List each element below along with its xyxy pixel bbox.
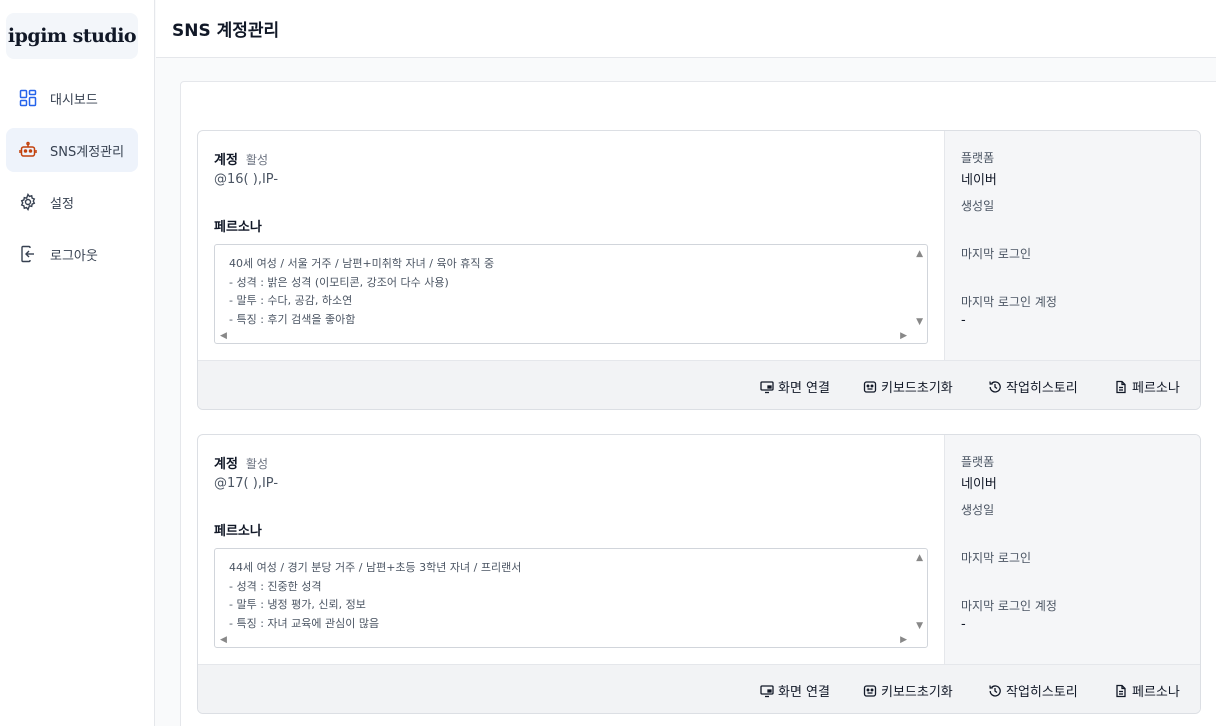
screen-connect-label: 화면 연결 — [778, 685, 830, 700]
dashboard-icon — [18, 88, 38, 108]
persona-textarea[interactable]: 44세 여성 / 경기 분당 거주 / 남편+초등 3학년 자녀 / 프리랜서 … — [214, 548, 928, 648]
gear-icon — [18, 192, 38, 212]
document-icon — [1116, 380, 1126, 393]
account-label: 계정 — [214, 457, 238, 472]
status-badge: 활성 — [245, 457, 269, 471]
account-id: @17( ),IP- — [214, 476, 279, 491]
persona-text: 44세 여성 / 경기 분당 거주 / 남편+초등 3학년 자녀 / 프리랜서 … — [229, 561, 522, 630]
work-history-button[interactable]: 작업히스토리 — [988, 377, 1078, 396]
persona-label: 페르소나 — [214, 220, 262, 235]
created-label: 생성일 — [961, 503, 995, 517]
history-icon — [989, 684, 1001, 697]
history-icon — [989, 380, 1001, 393]
card-actions: 화면 연결 키보드초기화 작업히스토리 페르소나 — [198, 664, 1200, 713]
scroll-left-icon[interactable]: ◀ — [220, 635, 227, 645]
scroll-up-icon[interactable]: ▲ — [916, 249, 923, 259]
screen-connect-button[interactable]: 화면 연결 — [760, 377, 830, 396]
keyboard-reset-label: 키보드초기화 — [881, 685, 953, 700]
persona-text: 40세 여성 / 서울 거주 / 남편+미취학 자녀 / 육아 휴직 중 - 성… — [229, 257, 495, 326]
card-actions: 화면 연결 키보드초기화 작업히스토리 페르소나 — [198, 360, 1200, 409]
screen-connect-label: 화면 연결 — [778, 381, 830, 396]
last-login-label: 마지막 로그인 — [961, 247, 1032, 261]
scroll-left-icon[interactable]: ◀ — [220, 331, 227, 341]
last-login-account-value: - — [961, 617, 966, 632]
account-info: 계정 활성 @16( ),IP- 페르소나 40세 여성 / 서울 거주 / 남… — [198, 131, 945, 360]
sidebar: ipgim studio 대시보드 SNS계정관리 설정 로그아웃 — [0, 0, 155, 726]
account-info: 계정 활성 @17( ),IP- 페르소나 44세 여성 / 경기 분당 거주 … — [198, 435, 945, 664]
last-login-account-value: - — [961, 313, 966, 328]
keyboard-reset-button[interactable]: 키보드초기화 — [863, 681, 953, 700]
account-card: 계정 활성 @16( ),IP- 페르소나 40세 여성 / 서울 거주 / 남… — [197, 130, 1201, 410]
sidebar-item-label: 대시보드 — [50, 92, 98, 108]
persona-label: 페르소나 — [214, 524, 262, 539]
keyboard-reset-button[interactable]: 키보드초기화 — [863, 377, 953, 396]
account-header: 계정 활성 — [214, 149, 268, 168]
brand-logo[interactable]: ipgim studio — [6, 13, 138, 59]
account-card: 계정 활성 @17( ),IP- 페르소나 44세 여성 / 경기 분당 거주 … — [197, 434, 1201, 714]
work-history-button[interactable]: 작업히스토리 — [988, 681, 1078, 700]
platform-value: 네이버 — [961, 173, 997, 188]
work-history-label: 작업히스토리 — [1006, 685, 1078, 700]
keyboard-icon — [863, 684, 877, 697]
platform-label: 플랫폼 — [961, 455, 995, 469]
account-label: 계정 — [214, 153, 238, 168]
sidebar-item-label: 설정 — [50, 196, 74, 212]
sidebar-item-settings[interactable]: 설정 — [6, 180, 138, 224]
monitor-icon — [760, 380, 774, 393]
account-id: @16( ),IP- — [214, 172, 279, 187]
sidebar-item-sns-accounts[interactable]: SNS계정관리 — [6, 128, 138, 172]
scroll-right-icon[interactable]: ▶ — [900, 635, 907, 645]
persona-button-label: 페르소나 — [1132, 685, 1180, 700]
document-icon — [1116, 684, 1126, 697]
sidebar-item-label: 로그아웃 — [50, 248, 98, 264]
scroll-up-icon[interactable]: ▲ — [916, 553, 923, 563]
screen-connect-button[interactable]: 화면 연결 — [760, 681, 830, 700]
created-label: 생성일 — [961, 199, 995, 213]
persona-button[interactable]: 페르소나 — [1114, 681, 1180, 700]
last-login-label: 마지막 로그인 — [961, 551, 1032, 565]
platform-label: 플랫폼 — [961, 151, 995, 165]
monitor-icon — [760, 684, 774, 697]
header: SNS 계정관리 — [156, 0, 1216, 58]
account-meta: 플랫폼 네이버 생성일 마지막 로그인 마지막 로그인 계정 - — [945, 131, 1200, 360]
scroll-down-icon[interactable]: ▼ — [916, 621, 923, 631]
scroll-right-icon[interactable]: ▶ — [900, 331, 907, 341]
keyboard-reset-label: 키보드초기화 — [881, 381, 953, 396]
account-meta: 플랫폼 네이버 생성일 마지막 로그인 마지막 로그인 계정 - — [945, 435, 1200, 664]
platform-value: 네이버 — [961, 477, 997, 492]
keyboard-icon — [863, 380, 877, 393]
scroll-down-icon[interactable]: ▼ — [916, 317, 923, 327]
page-title: SNS 계정관리 — [172, 21, 280, 41]
work-history-label: 작업히스토리 — [1006, 381, 1078, 396]
account-header: 계정 활성 — [214, 453, 268, 472]
robot-icon — [18, 140, 38, 160]
persona-textarea[interactable]: 40세 여성 / 서울 거주 / 남편+미취학 자녀 / 육아 휴직 중 - 성… — [214, 244, 928, 344]
sidebar-item-label: SNS계정관리 — [50, 144, 125, 160]
sidebar-item-dashboard[interactable]: 대시보드 — [6, 76, 138, 120]
persona-button-label: 페르소나 — [1132, 381, 1180, 396]
logout-icon — [18, 244, 38, 264]
last-login-account-label: 마지막 로그인 계정 — [961, 599, 1057, 613]
sidebar-item-logout[interactable]: 로그아웃 — [6, 232, 138, 276]
status-badge: 활성 — [245, 153, 269, 167]
persona-button[interactable]: 페르소나 — [1114, 377, 1180, 396]
last-login-account-label: 마지막 로그인 계정 — [961, 295, 1057, 309]
